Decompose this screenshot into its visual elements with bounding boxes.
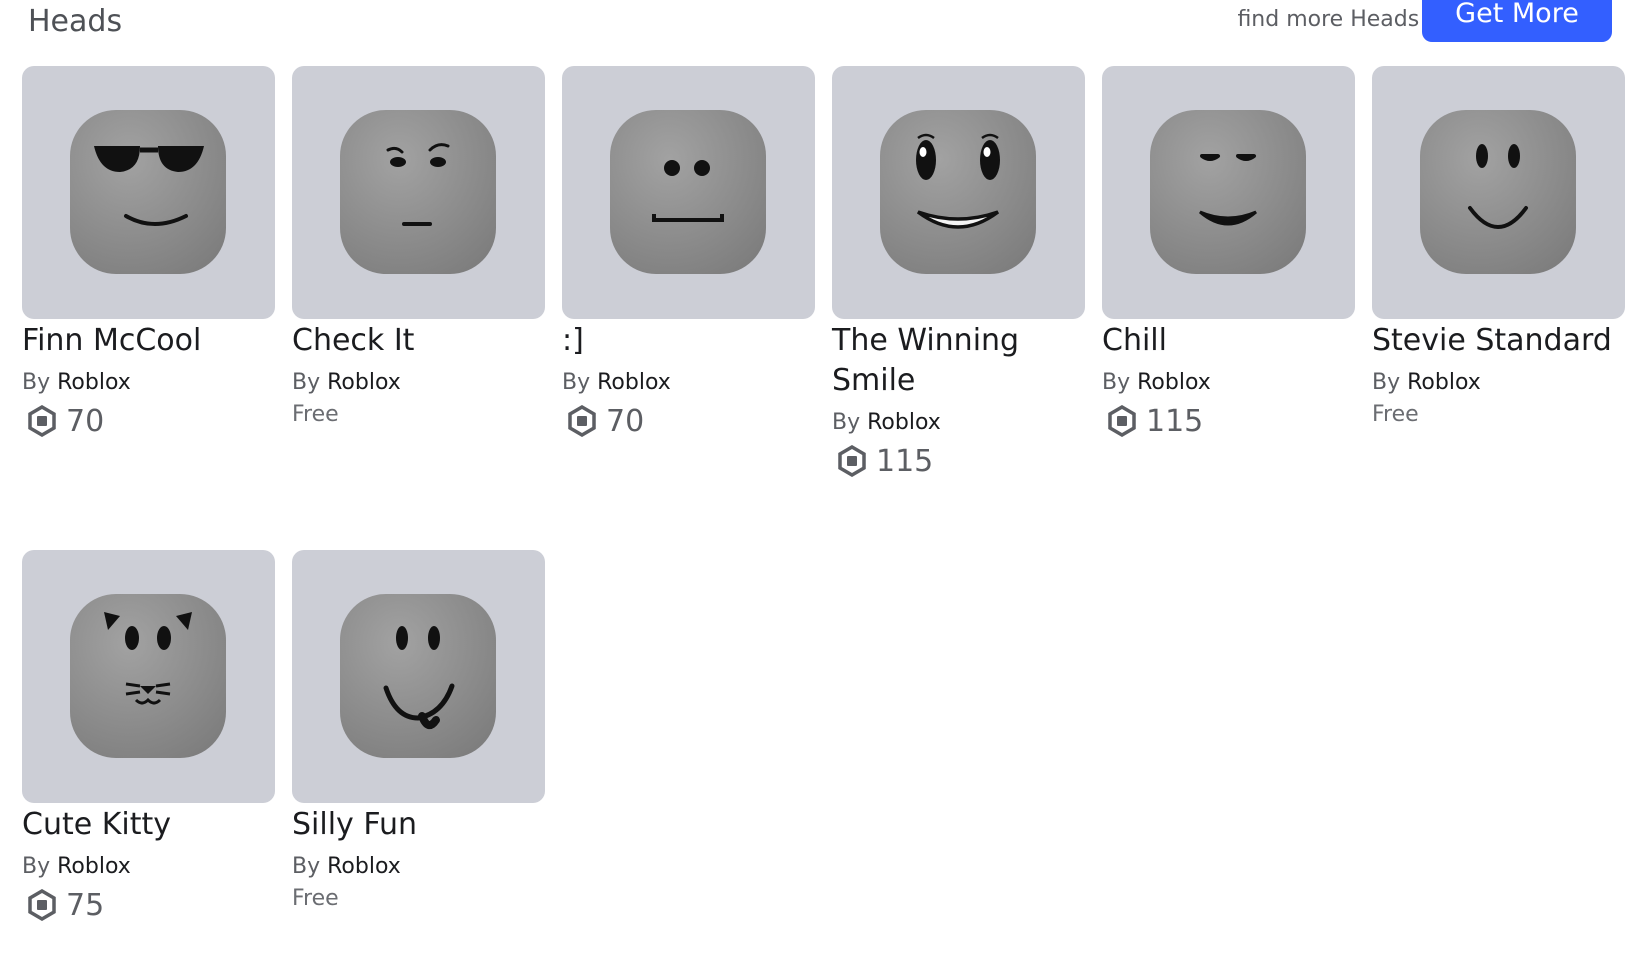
section-title: Heads [28,4,123,39]
robux-icon [28,405,56,437]
creator-link[interactable]: Roblox [57,370,131,395]
creator-line: By Roblox [1102,367,1355,399]
price-value: 70 [606,403,645,439]
price-row: 115 [832,441,1085,481]
item-card[interactable]: The Winning Smile By Roblox 115 [832,66,1085,481]
price-row: 115 [1102,401,1355,441]
by-label: By [22,370,51,395]
item-name[interactable]: The Winning Smile [832,321,1094,401]
item-thumbnail[interactable] [832,66,1085,319]
item-thumbnail[interactable] [292,66,545,319]
item-thumbnail[interactable] [22,550,275,803]
item-card[interactable]: Stevie Standard By Roblox Free [1372,66,1625,431]
sunglasses-face-icon [70,110,226,274]
item-name[interactable]: Chill [1102,321,1364,361]
price-row: 75 [22,885,275,925]
item-name[interactable]: :] [562,321,824,361]
item-name[interactable]: Check It [292,321,554,361]
by-label: By [22,854,51,879]
tongue-smile-face-icon [340,594,496,758]
item-card[interactable]: Chill By Roblox 115 [1102,66,1355,441]
creator-link[interactable]: Roblox [597,370,671,395]
creator-line: By Roblox [292,851,545,883]
price-value: 75 [66,887,105,923]
price-free: Free [292,886,339,911]
price-free: Free [292,402,339,427]
item-name[interactable]: Stevie Standard [1372,321,1634,361]
price-row: 70 [22,401,275,441]
by-label: By [832,410,861,435]
creator-link[interactable]: Roblox [867,410,941,435]
item-name[interactable]: Silly Fun [292,805,554,845]
creator-link[interactable]: Roblox [327,854,401,879]
get-more-button[interactable]: Get More [1422,0,1612,42]
price-row: 70 [562,401,815,441]
promo-text: find more Heads! [1237,7,1428,32]
item-thumbnail[interactable] [22,66,275,319]
creator-line: By Roblox [292,367,545,399]
chill-face-icon [1150,110,1306,274]
check-it-face-icon [340,110,496,274]
by-label: By [1102,370,1131,395]
creator-line: By Roblox [22,851,275,883]
kitty-face-icon [70,594,226,758]
price-value: 70 [66,403,105,439]
dots-flat-face-icon [610,110,766,274]
creator-line: By Roblox [562,367,815,399]
standard-smile-face-icon [1420,110,1576,274]
creator-line: By Roblox [832,407,1085,439]
creator-line: By Roblox [22,367,275,399]
item-card[interactable]: :] By Roblox 70 [562,66,815,441]
item-thumbnail[interactable] [292,550,545,803]
creator-line: By Roblox [1372,367,1625,399]
item-card[interactable]: Cute Kitty By Roblox 75 [22,550,275,925]
creator-link[interactable]: Roblox [327,370,401,395]
robux-icon [568,405,596,437]
price-free: Free [1372,402,1419,427]
by-label: By [1372,370,1401,395]
item-card[interactable]: Silly Fun By Roblox Free [292,550,545,915]
robux-icon [838,445,866,477]
item-thumbnail[interactable] [1372,66,1625,319]
by-label: By [292,854,321,879]
by-label: By [562,370,591,395]
price-value: 115 [876,443,934,479]
item-name[interactable]: Cute Kitty [22,805,284,845]
item-thumbnail[interactable] [562,66,815,319]
robux-icon [28,889,56,921]
creator-link[interactable]: Roblox [1137,370,1211,395]
item-name[interactable]: Finn McCool [22,321,284,361]
robux-icon [1108,405,1136,437]
price-value: 115 [1146,403,1204,439]
creator-link[interactable]: Roblox [1407,370,1481,395]
item-thumbnail[interactable] [1102,66,1355,319]
item-card[interactable]: Finn McCool By Roblox 70 [22,66,275,441]
creator-link[interactable]: Roblox [57,854,131,879]
by-label: By [292,370,321,395]
winning-smile-face-icon [880,110,1036,274]
item-card[interactable]: Check It By Roblox Free [292,66,545,431]
